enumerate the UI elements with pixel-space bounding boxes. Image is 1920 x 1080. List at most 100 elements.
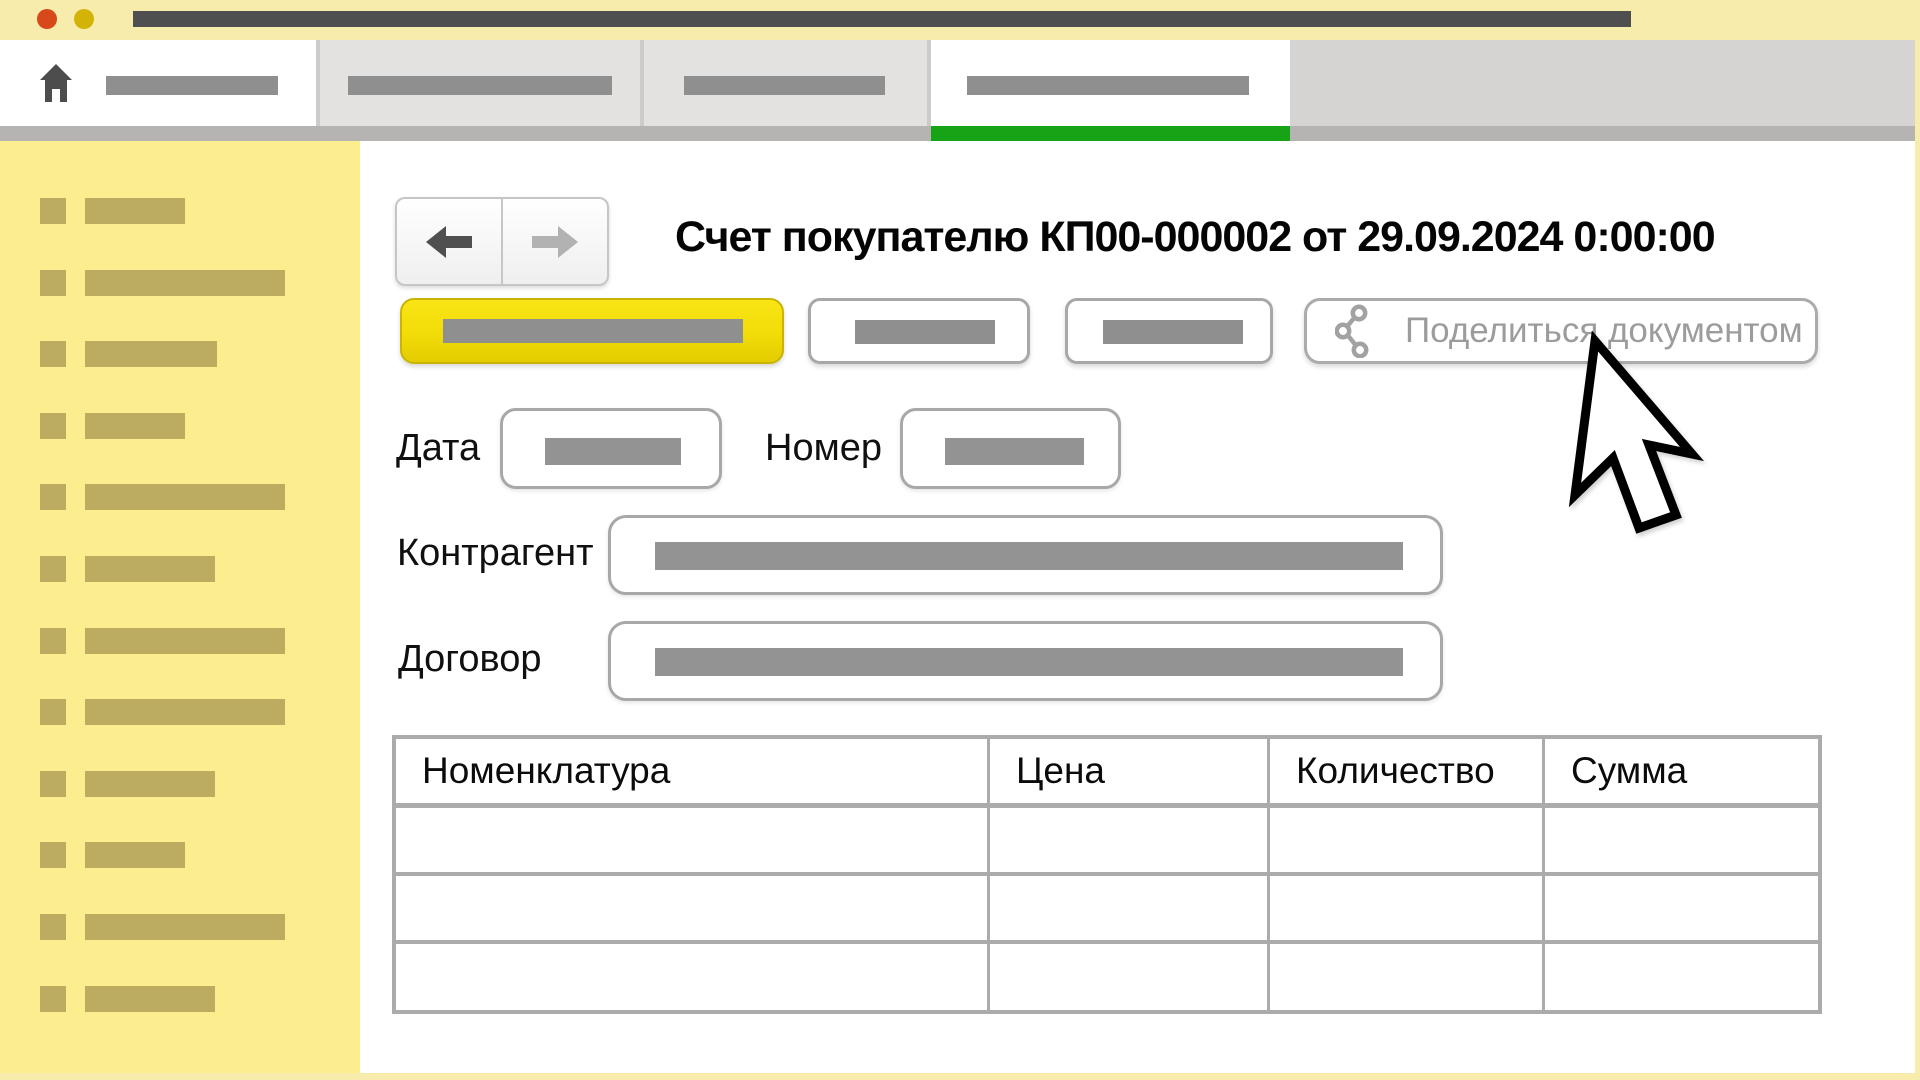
table-cell[interactable] bbox=[396, 944, 990, 1010]
arrow-left-icon bbox=[426, 226, 472, 258]
table-body bbox=[396, 808, 1818, 1010]
date-input[interactable] bbox=[500, 408, 722, 489]
tab-bar bbox=[0, 40, 1915, 126]
sidebar-item-label-placeholder bbox=[85, 914, 285, 940]
button-label-placeholder bbox=[443, 319, 743, 343]
table-cell[interactable] bbox=[1270, 944, 1545, 1010]
sidebar bbox=[0, 141, 360, 1073]
number-input[interactable] bbox=[900, 408, 1121, 489]
tab-2[interactable] bbox=[320, 40, 640, 126]
column-header-nomenclature: Номенклатура bbox=[396, 739, 990, 803]
table-cell[interactable] bbox=[1270, 876, 1545, 940]
home-icon bbox=[40, 62, 72, 104]
sidebar-item-label-placeholder bbox=[85, 986, 215, 1012]
sidebar-item-icon-placeholder bbox=[40, 556, 66, 582]
sidebar-item[interactable] bbox=[0, 914, 360, 940]
table-header-row: Номенклатура Цена Количество Сумма bbox=[396, 739, 1818, 808]
table-row bbox=[396, 808, 1818, 876]
sidebar-item[interactable] bbox=[0, 413, 360, 439]
share-icon bbox=[1335, 304, 1369, 358]
sidebar-item-icon-placeholder bbox=[40, 628, 66, 654]
table-row bbox=[396, 876, 1818, 944]
title-bar-placeholder bbox=[133, 11, 1631, 27]
sidebar-item-icon-placeholder bbox=[40, 771, 66, 797]
sidebar-item-icon-placeholder bbox=[40, 413, 66, 439]
date-label: Дата bbox=[396, 427, 480, 470]
button-label-placeholder bbox=[1103, 320, 1243, 344]
active-tab-indicator bbox=[931, 126, 1290, 141]
app-window: Счет покупателю КП00-000002 от 29.09.202… bbox=[0, 0, 1920, 1080]
tab-label-placeholder bbox=[967, 76, 1249, 95]
column-header-price: Цена bbox=[990, 739, 1270, 803]
table-cell[interactable] bbox=[396, 876, 990, 940]
tab-home[interactable] bbox=[0, 40, 316, 126]
table-cell[interactable] bbox=[1545, 808, 1810, 872]
tab-label-placeholder bbox=[348, 76, 612, 95]
contract-label: Договор bbox=[398, 638, 541, 681]
column-header-sum: Сумма bbox=[1545, 739, 1810, 803]
cursor-arrow-icon bbox=[1563, 331, 1708, 543]
tab-bar-filler bbox=[1290, 40, 1915, 126]
sidebar-item[interactable] bbox=[0, 484, 360, 510]
table-cell[interactable] bbox=[396, 808, 990, 872]
sidebar-item-label-placeholder bbox=[85, 198, 185, 224]
table-cell[interactable] bbox=[1545, 944, 1810, 1010]
sidebar-item-label-placeholder bbox=[85, 771, 215, 797]
sidebar-item[interactable] bbox=[0, 771, 360, 797]
sidebar-item-label-placeholder bbox=[85, 842, 185, 868]
sidebar-item-label-placeholder bbox=[85, 699, 285, 725]
sidebar-item-label-placeholder bbox=[85, 413, 185, 439]
sidebar-item-icon-placeholder bbox=[40, 341, 66, 367]
contract-input[interactable] bbox=[608, 621, 1443, 701]
tab-label-placeholder bbox=[106, 76, 278, 95]
sidebar-item-label-placeholder bbox=[85, 270, 285, 296]
sidebar-item-label-placeholder bbox=[85, 341, 217, 367]
history-nav-group bbox=[395, 197, 609, 286]
window-minimize-dot[interactable] bbox=[74, 9, 94, 29]
button-label-placeholder bbox=[855, 320, 995, 344]
sidebar-item[interactable] bbox=[0, 556, 360, 582]
sidebar-item-icon-placeholder bbox=[40, 986, 66, 1012]
input-value-placeholder bbox=[545, 438, 681, 465]
table-row bbox=[396, 944, 1818, 1010]
input-value-placeholder bbox=[945, 438, 1084, 465]
sidebar-item[interactable] bbox=[0, 270, 360, 296]
sidebar-item-label-placeholder bbox=[85, 556, 215, 582]
sidebar-item-icon-placeholder bbox=[40, 842, 66, 868]
table-cell[interactable] bbox=[990, 808, 1270, 872]
sidebar-item[interactable] bbox=[0, 341, 360, 367]
input-value-placeholder bbox=[655, 542, 1403, 570]
sidebar-item-icon-placeholder bbox=[40, 914, 66, 940]
sidebar-item-label-placeholder bbox=[85, 484, 285, 510]
sidebar-item-icon-placeholder bbox=[40, 484, 66, 510]
tab-active-document[interactable] bbox=[931, 40, 1290, 126]
nav-forward-button[interactable] bbox=[503, 199, 607, 284]
secondary-button-1[interactable] bbox=[808, 298, 1030, 364]
share-document-button[interactable]: Поделиться документом bbox=[1304, 298, 1818, 364]
number-label: Номер bbox=[765, 427, 882, 470]
tab-label-placeholder bbox=[684, 76, 885, 95]
sidebar-item-icon-placeholder bbox=[40, 699, 66, 725]
sidebar-item[interactable] bbox=[0, 842, 360, 868]
items-table: Номенклатура Цена Количество Сумма bbox=[392, 735, 1822, 1014]
page-title: Счет покупателю КП00-000002 от 29.09.202… bbox=[675, 213, 1715, 262]
sidebar-item[interactable] bbox=[0, 198, 360, 224]
counterparty-label: Контрагент bbox=[397, 532, 593, 575]
table-cell[interactable] bbox=[1545, 876, 1810, 940]
table-cell[interactable] bbox=[1270, 808, 1545, 872]
table-cell[interactable] bbox=[990, 944, 1270, 1010]
tab-3[interactable] bbox=[644, 40, 927, 126]
counterparty-input[interactable] bbox=[608, 515, 1443, 595]
nav-back-button[interactable] bbox=[397, 199, 503, 284]
sidebar-item-icon-placeholder bbox=[40, 270, 66, 296]
table-cell[interactable] bbox=[990, 876, 1270, 940]
window-close-dot[interactable] bbox=[37, 9, 57, 29]
sidebar-item-icon-placeholder bbox=[40, 198, 66, 224]
sidebar-item[interactable] bbox=[0, 986, 360, 1012]
sidebar-item[interactable] bbox=[0, 628, 360, 654]
secondary-button-2[interactable] bbox=[1065, 298, 1273, 364]
column-header-quantity: Количество bbox=[1270, 739, 1545, 803]
primary-action-button[interactable] bbox=[400, 298, 784, 364]
arrow-right-icon bbox=[532, 226, 578, 258]
sidebar-item[interactable] bbox=[0, 699, 360, 725]
